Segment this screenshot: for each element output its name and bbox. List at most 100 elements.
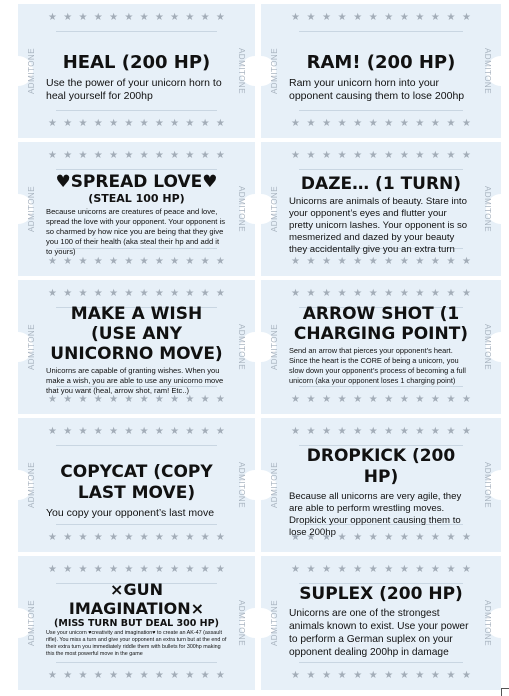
ticket-stub-label: ADMITONE [483,47,492,95]
ticket-stub-label: ADMITONE [270,599,279,647]
card-title: ♥SPREAD LOVE♥ [55,172,218,192]
star-icon: ★ [93,288,103,299]
star-icon: ★ [200,564,210,575]
star-icon: ★ [291,394,300,405]
star-row-bottom: ★ ★ ★ ★ ★ ★ ★ ★ ★ ★ ★ ★ [48,256,225,268]
star-icon: ★ [185,256,195,267]
star-icon: ★ [63,426,73,437]
star-icon: ★ [48,118,57,129]
ticket-stub-label: ADMITONE [237,47,246,95]
ticket-content: DAZE… (1 TURN) Unicorns are animals of be… [289,174,473,256]
ticket-rule [56,31,217,32]
star-icon: ★ [170,670,180,681]
star-icon: ★ [353,12,363,23]
ticket-card-daze: ★ ★ ★ ★ ★ ★ ★ ★ ★ ★ ★ ★ ★ ★ ★ ★ ★ ★ ★ ★ ★ ★ ★ ★ ADMITONE ADMITONE… [261,142,501,276]
star-icon: ★ [322,426,332,437]
star-icon: ★ [63,256,73,267]
star-icon: ★ [399,256,409,267]
star-icon: ★ [399,564,409,575]
star-icon: ★ [384,288,394,299]
star-icon: ★ [446,564,456,575]
star-icon: ★ [78,288,88,299]
star-icon: ★ [124,150,134,161]
star-icon: ★ [353,394,363,405]
ticket-stub-label: ADMITONE [270,461,279,509]
star-icon: ★ [322,394,332,405]
star-icon: ★ [78,256,88,267]
star-icon: ★ [462,118,471,129]
star-icon: ★ [415,150,425,161]
star-icon: ★ [446,426,456,437]
star-icon: ★ [368,150,378,161]
star-icon: ★ [322,12,332,23]
star-icon: ★ [291,256,300,267]
star-icon: ★ [48,256,57,267]
star-icon: ★ [462,150,471,161]
star-icon: ★ [200,670,210,681]
star-icon: ★ [368,564,378,575]
star-icon: ★ [291,118,300,129]
star-icon: ★ [337,150,347,161]
star-icon: ★ [446,670,456,681]
star-icon: ★ [462,670,471,681]
star-row-bottom: ★ ★ ★ ★ ★ ★ ★ ★ ★ ★ ★ ★ [48,670,225,682]
star-icon: ★ [353,256,363,267]
star-icon: ★ [306,670,316,681]
star-row-top: ★ ★ ★ ★ ★ ★ ★ ★ ★ ★ ★ ★ [48,564,225,576]
star-icon: ★ [415,256,425,267]
star-icon: ★ [215,118,225,129]
star-icon: ★ [337,118,347,129]
star-icon: ★ [63,118,73,129]
star-icon: ★ [78,670,88,681]
star-icon: ★ [109,426,119,437]
star-icon: ★ [78,564,88,575]
star-icon: ★ [399,670,409,681]
star-icon: ★ [446,118,456,129]
star-icon: ★ [200,256,210,267]
card-title: RAM! (200 HP) [306,52,456,73]
star-icon: ★ [384,564,394,575]
star-icon: ★ [170,256,180,267]
star-icon: ★ [185,532,195,543]
ticket-stub-label: ADMITONE [483,185,492,233]
card-description: Unicorns are animals of beauty. Stare in… [289,196,468,255]
star-icon: ★ [154,12,164,23]
star-icon: ★ [291,426,300,437]
star-icon: ★ [430,150,440,161]
star-icon: ★ [124,670,134,681]
ticket-card-heal: ★ ★ ★ ★ ★ ★ ★ ★ ★ ★ ★ ★ ★ ★ ★ ★ ★ ★ ★ ★ ★ ★ ★ ★ ADMITONE ADMITONE… [18,4,255,138]
star-icon: ★ [215,564,225,575]
star-icon: ★ [185,564,195,575]
star-icon: ★ [368,288,378,299]
star-icon: ★ [78,532,88,543]
ticket-stub-label: ADMITONE [27,47,36,95]
star-icon: ★ [154,256,164,267]
star-icon: ★ [93,12,103,23]
star-icon: ★ [109,12,119,23]
star-icon: ★ [48,12,57,23]
star-icon: ★ [446,256,456,267]
star-icon: ★ [322,670,332,681]
star-icon: ★ [109,288,119,299]
star-icon: ★ [306,394,316,405]
star-icon: ★ [215,532,225,543]
star-icon: ★ [306,150,316,161]
star-row-top: ★ ★ ★ ★ ★ ★ ★ ★ ★ ★ ★ ★ [291,12,471,24]
star-icon: ★ [124,12,134,23]
star-icon: ★ [415,12,425,23]
ticket-rule [56,445,217,446]
star-icon: ★ [185,150,195,161]
star-icon: ★ [185,118,195,129]
ticket-content: RAM! (200 HP) Ram your unicorn horn into … [289,52,473,103]
star-icon: ★ [384,426,394,437]
star-icon: ★ [170,12,180,23]
star-icon: ★ [415,394,425,405]
ticket-stub-label: ADMITONE [237,461,246,509]
star-icon: ★ [399,288,409,299]
ticket-stub-label: ADMITONE [237,185,246,233]
star-icon: ★ [337,288,347,299]
star-icon: ★ [139,670,149,681]
card-title: COPYCAT (COPY LAST MOVE) [60,462,213,503]
star-icon: ★ [170,150,180,161]
star-icon: ★ [109,256,119,267]
